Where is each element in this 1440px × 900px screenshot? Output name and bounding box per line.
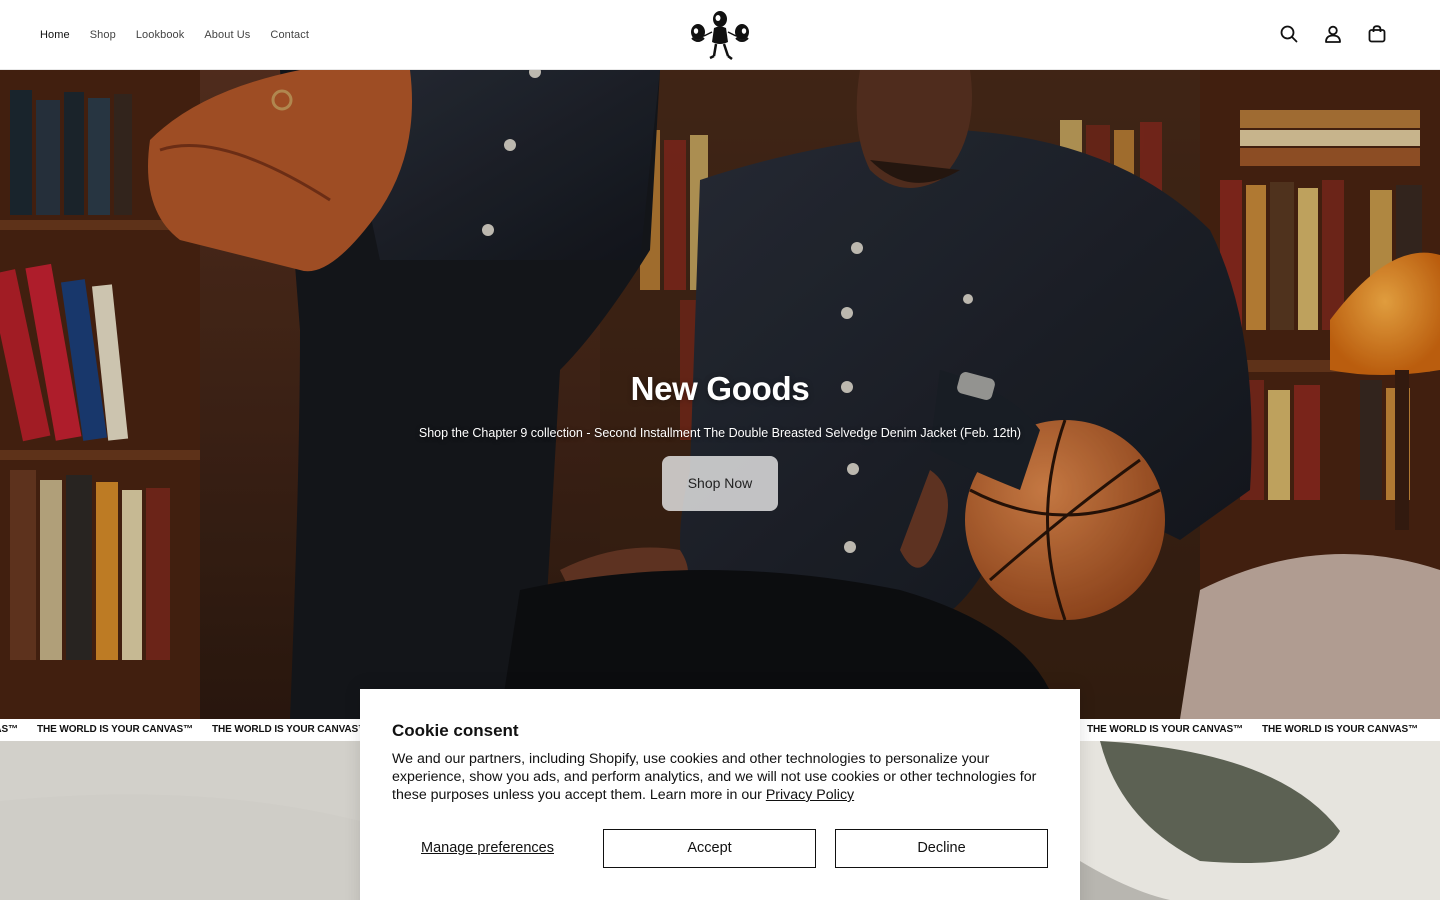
brand-logo[interactable] — [688, 8, 752, 62]
hero-banner: New Goods Shop the Chapter 9 collection … — [0, 70, 1440, 719]
privacy-policy-link[interactable]: Privacy Policy — [766, 787, 854, 803]
header-actions — [1278, 23, 1388, 45]
nav-item-shop[interactable]: Shop — [90, 29, 116, 41]
shop-now-button[interactable]: Shop Now — [662, 456, 778, 511]
hero-title: New Goods — [630, 370, 810, 407]
cart-icon[interactable] — [1366, 23, 1388, 45]
main-nav: Home Shop Lookbook About Us Contact — [40, 0, 329, 70]
account-icon[interactable] — [1322, 23, 1344, 45]
nav-item-home[interactable]: Home — [40, 29, 70, 41]
cookie-body-text: We and our partners, including Shopify, … — [392, 751, 1037, 803]
site-header: Home Shop Lookbook About Us Contact — [0, 0, 1440, 70]
nav-item-contact[interactable]: Contact — [270, 29, 309, 41]
search-icon[interactable] — [1278, 23, 1300, 45]
cookie-title: Cookie consent — [392, 721, 519, 740]
nav-item-about-us[interactable]: About Us — [204, 29, 250, 41]
hero-content: New Goods Shop the Chapter 9 collection … — [0, 370, 1440, 511]
cookie-actions: Manage preferences Accept Decline — [392, 829, 1048, 868]
marquee-item: THE WORLD IS YOUR CANVAS™ — [1087, 724, 1244, 735]
marquee-item: THE WORLD IS YOUR CANVAS™ — [37, 724, 194, 735]
hero-subtitle: Shop the Chapter 9 collection - Second I… — [418, 426, 1022, 440]
nav-item-lookbook[interactable]: Lookbook — [136, 29, 185, 41]
marquee-item: THE WORLD IS YOUR CANVAS™ — [0, 724, 19, 735]
logo-emblem-icon — [691, 11, 749, 60]
marquee-item: THE WORLD IS YOUR CANVAS™ — [1262, 724, 1419, 735]
manage-preferences-button[interactable]: Manage preferences — [392, 829, 583, 868]
accept-button[interactable]: Accept — [603, 829, 816, 868]
decline-button[interactable]: Decline — [835, 829, 1048, 868]
cookie-consent-dialog: Cookie consent We and our partners, incl… — [360, 689, 1080, 900]
cookie-body: We and our partners, including Shopify, … — [392, 750, 1048, 804]
